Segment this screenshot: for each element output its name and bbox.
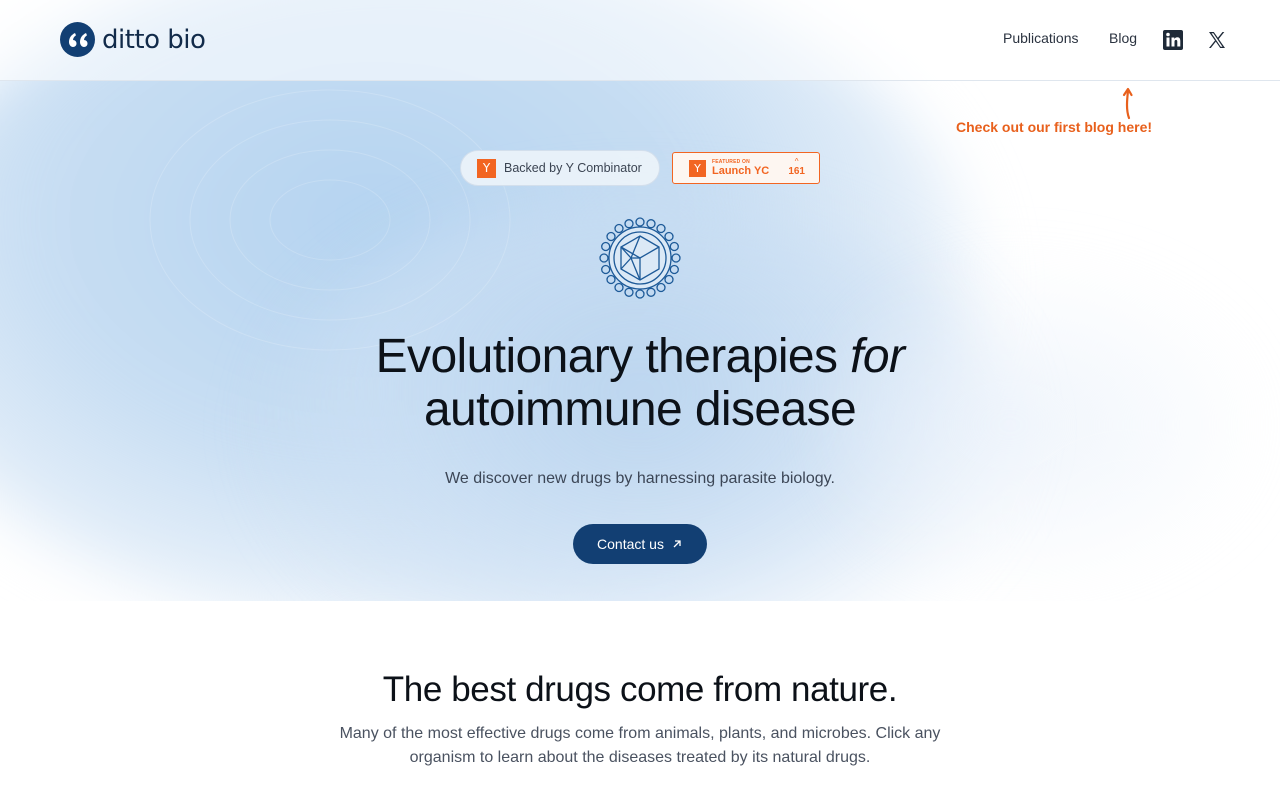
hero-contour-pattern <box>149 89 1251 601</box>
launch-yc-badge[interactable]: Y FEATURED ON Launch YC ^ 161 <box>672 152 820 184</box>
hero-section: Y Backed by Y Combinator Y FEATURED ON L… <box>0 0 1280 601</box>
hero-headline-part: Evolutionary therapies <box>375 330 851 383</box>
brand-name: ditto bio <box>102 24 206 55</box>
section-body: Many of the most effective drugs come fr… <box>339 725 941 766</box>
yc-badge-label: Backed by Y Combinator <box>504 161 642 175</box>
section-title: The best drugs come from nature. <box>382 670 898 709</box>
blog-callout[interactable]: Check out our first blog here! <box>956 119 1152 135</box>
yc-logo-icon: Y <box>477 158 496 178</box>
virus-emblem-icon <box>599 217 681 299</box>
upvote-caret-icon: ^ <box>794 157 799 166</box>
nav-blog[interactable]: Blog <box>1109 30 1137 46</box>
hero-headline: Evolutionary therapies for autoimmune di… <box>240 330 1040 436</box>
launch-yc-label: Launch YC <box>712 164 770 177</box>
nav-publications[interactable]: Publications <box>1003 30 1079 46</box>
x-twitter-icon[interactable] <box>1207 30 1227 50</box>
curved-arrow-icon <box>1122 87 1133 120</box>
quote-mark-icon <box>60 22 95 57</box>
launch-featured-label: FEATURED ON <box>712 158 750 165</box>
hero-headline-line2: autoimmune disease <box>423 383 857 436</box>
upvote-count: 161 <box>788 166 805 177</box>
hero-subtitle: We discover new drugs by harnessing para… <box>445 470 835 487</box>
yc-logo-icon: Y <box>689 159 706 177</box>
hero-headline-italic: for <box>850 330 905 383</box>
linkedin-icon[interactable] <box>1162 29 1184 51</box>
yc-backed-badge[interactable]: Y Backed by Y Combinator <box>460 150 660 186</box>
site-header: ditto bio Publications Blog <box>0 0 1280 81</box>
brand-logo[interactable]: ditto bio <box>60 22 206 57</box>
arrow-up-right-icon <box>673 540 681 548</box>
contact-us-label: Contact us <box>597 536 664 552</box>
contact-us-button[interactable]: Contact us <box>573 524 707 564</box>
